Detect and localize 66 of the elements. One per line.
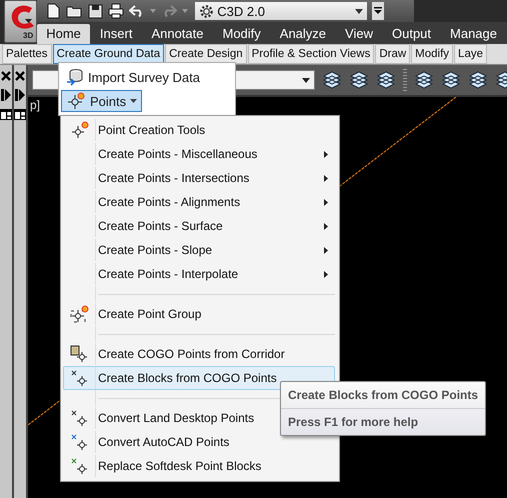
caret-icon[interactable]	[150, 9, 156, 13]
properties-icon[interactable]	[14, 109, 26, 120]
ribbon-panel-tab[interactable]: Modify	[411, 44, 454, 64]
ribbon-panel-tab[interactable]: Draw	[375, 44, 410, 64]
menu-item[interactable]: Create Points - Intersections	[63, 166, 335, 190]
ribbon-tab[interactable]: Modify	[213, 24, 270, 44]
toolbar-menu-icon[interactable]	[372, 2, 384, 20]
application-button[interactable]: 3D	[4, 0, 38, 43]
layers-icon[interactable]	[322, 70, 342, 90]
caret-icon	[130, 99, 138, 103]
ribbon-tab[interactable]: Insert	[90, 24, 142, 44]
tooltip-help-text: Press F1 for more help	[288, 415, 420, 429]
ribbon-panel-tab[interactable]: Palettes	[2, 44, 52, 64]
menu-item[interactable]: Create Points - Surface	[63, 214, 335, 238]
ribbon-tab[interactable]: Annotate	[142, 24, 212, 44]
layers-icon[interactable]	[414, 70, 434, 90]
ribbon-panel-tab[interactable]: Profile & Section Views	[248, 44, 374, 64]
expand-icon[interactable]	[1, 89, 11, 101]
point-icon	[66, 92, 86, 110]
gear-icon	[199, 4, 214, 18]
ribbon-tab[interactable]: View	[336, 24, 382, 44]
ribbon-tab[interactable]: Analyze	[270, 24, 336, 44]
layers-icon[interactable]	[349, 70, 369, 90]
layers-icon[interactable]	[441, 70, 461, 90]
layers-icon[interactable]	[376, 70, 396, 90]
ribbon-panel-tab[interactable]: Create Design	[165, 44, 247, 64]
menu-item[interactable]: Create Points - Interpolate	[63, 262, 335, 286]
new-file-icon[interactable]	[45, 3, 62, 19]
ribbon-panel-tab[interactable]: Create Ground Data	[52, 44, 164, 64]
workspace-dropdown[interactable]: C3D 2.0	[195, 2, 368, 20]
menu-item[interactable]: Create COGO Points from Corridor	[63, 342, 335, 366]
ribbon-tab[interactable]: Manage	[441, 24, 506, 44]
menu-item[interactable]: Create Points - Alignments	[63, 190, 335, 214]
ribbon-tab[interactable]: Output	[382, 24, 440, 44]
menu-item[interactable]: Create Blocks from COGO Points	[63, 366, 335, 390]
menu-item[interactable]: Create Points - Miscellaneous	[63, 142, 335, 166]
caret-icon	[355, 8, 364, 14]
properties-icon[interactable]	[0, 109, 12, 120]
menu-item[interactable]: Create Point Group	[63, 302, 335, 326]
menu-item[interactable]: Import Survey Data	[61, 66, 205, 88]
point-icon	[70, 433, 90, 451]
point-icon	[70, 121, 90, 139]
points-dropdown-button[interactable]: Points	[61, 90, 142, 112]
menu-item[interactable]: Point Creation Tools	[63, 118, 335, 142]
database-icon	[66, 68, 84, 86]
menu-item[interactable]: Replace Softdesk Point Blocks	[63, 454, 335, 478]
print-icon[interactable]	[108, 3, 124, 19]
point-icon	[70, 457, 90, 475]
product-label: 3D	[23, 31, 34, 40]
layers-icon[interactable]	[468, 70, 488, 90]
viewport-label[interactable]: p]	[30, 98, 40, 112]
point-icon	[70, 345, 90, 363]
caret-icon	[25, 19, 32, 23]
point-icon	[70, 305, 90, 323]
ribbon-tab[interactable]: Home	[37, 24, 90, 44]
point-icon	[70, 409, 90, 427]
close-icon[interactable]	[15, 71, 25, 81]
menu-item[interactable]: Create Points - Slope	[63, 238, 335, 262]
caret-icon[interactable]	[182, 9, 188, 13]
caret-icon	[302, 78, 310, 82]
tooltip-title: Create Blocks from COGO Points	[288, 388, 478, 402]
ribbon-panel-tab[interactable]: Laye	[454, 44, 487, 64]
point-icon	[70, 369, 90, 387]
save-icon[interactable]	[88, 3, 104, 19]
close-icon[interactable]	[1, 71, 11, 81]
expand-icon[interactable]	[15, 89, 25, 101]
